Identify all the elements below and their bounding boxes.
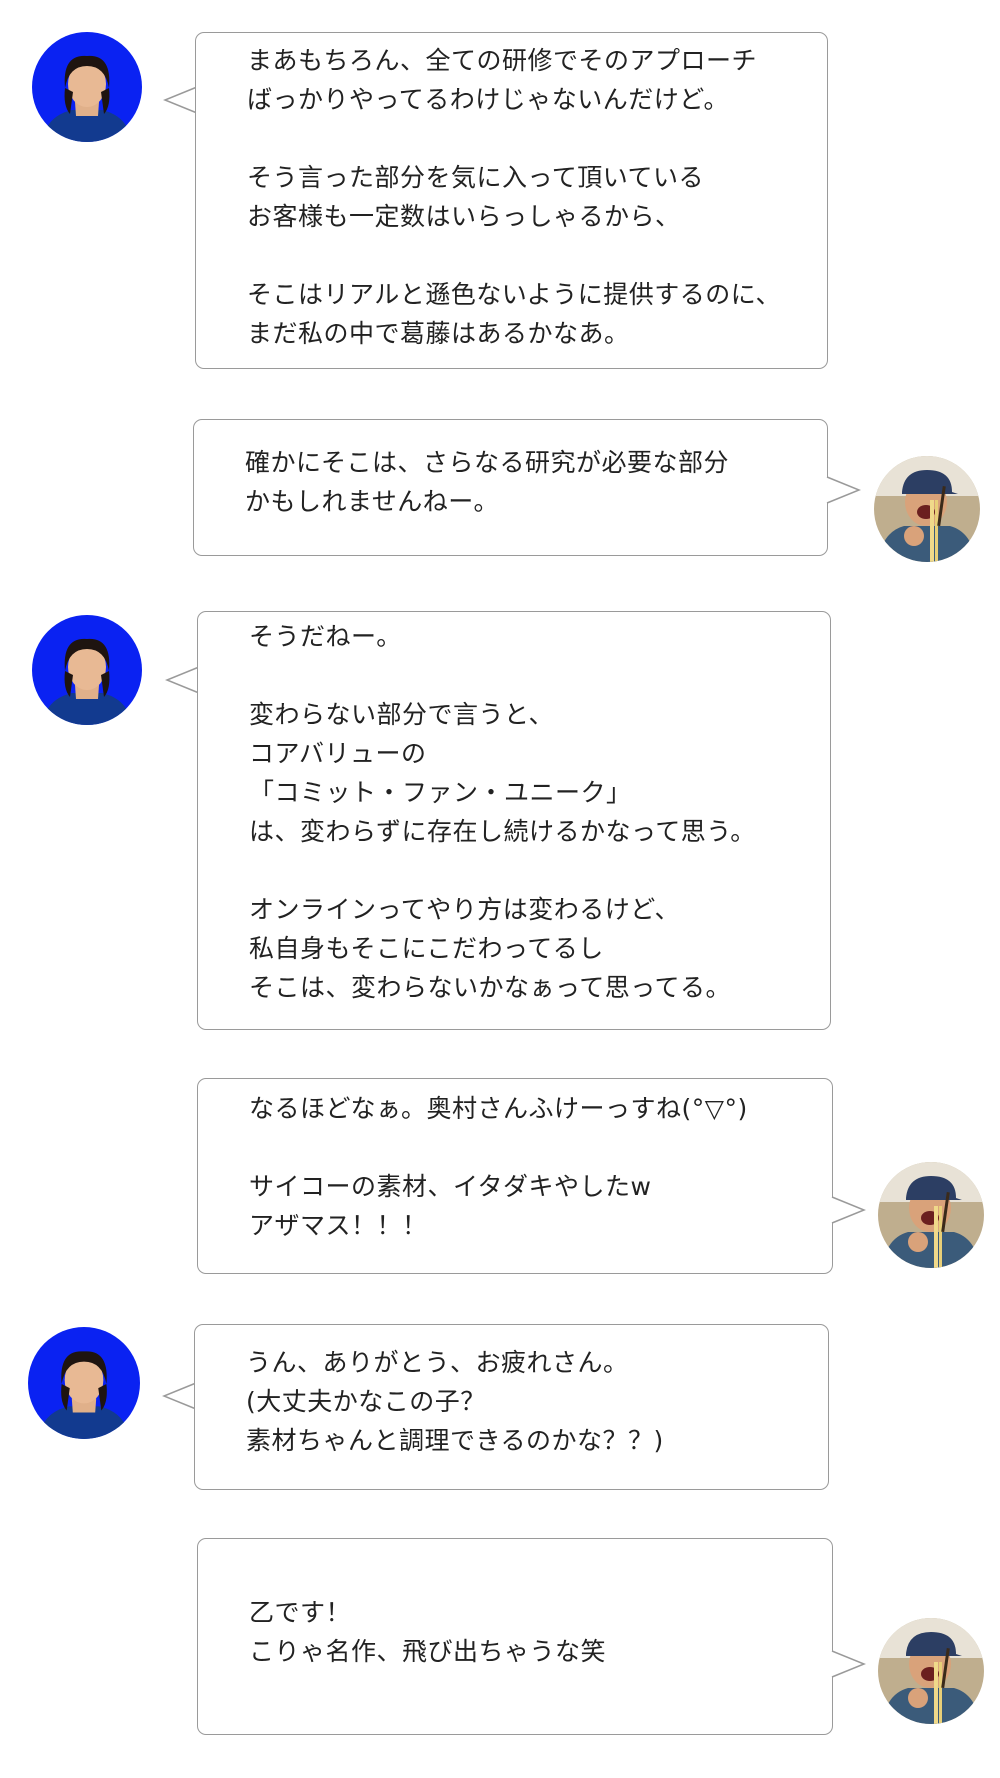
message-bubble: 確かにそこは、さらなる研究が必要な部分 かもしれませんねー。 [193,419,828,556]
bubble-tail [831,1196,866,1224]
message-line: アザマス！！！ [249,1211,428,1240]
message-line: ばっかりやってるわけじゃないんだけど。 [247,85,730,114]
message-text: 確かにそこは、さらなる研究が必要な部分 かもしれませんねー。 [245,443,729,521]
woman-avatar [32,615,142,725]
message-text: うん、ありがとう、お疲れさん。 (大丈夫かなこの子？ 素材ちゃんと調理できるのか… [246,1343,664,1460]
bubble-tail [831,1650,866,1678]
woman-avatar [28,1327,140,1439]
message-line: お客様も一定数はいらっしゃるから、 [247,202,681,231]
message-line: 変わらない部分で言うと、 [249,700,555,729]
message-line: サイコーの素材、イタダキやしたw [249,1172,652,1201]
message-line: なるほどなぁ。奥村さんふけーっすね(°▽°) [249,1094,748,1123]
man-eating-noodles-avatar-icon [878,1162,984,1268]
bubble-tail [162,1382,197,1410]
message-line: オンラインってやり方は変わるけど、 [249,895,681,924]
woman-avatar-icon [28,1327,140,1439]
man-eating-noodles-avatar-icon [878,1618,984,1724]
message-line: 素材ちゃんと調理できるのかな？？) [246,1426,664,1455]
message-line: まだ私の中で葛藤はあるかなあ。 [247,319,630,348]
message-line: 乙です！ [249,1598,352,1627]
message-text: 乙です！ こりゃ名作、飛び出ちゃうな笑 [249,1593,606,1671]
message-bubble: 乙です！ こりゃ名作、飛び出ちゃうな笑 [197,1538,833,1735]
message-line: 「コミット・ファン・ユニーク」 [249,778,632,807]
message-line: そこは、変わらないかなぁって思ってる。 [249,973,732,1002]
bubble-tail [826,476,861,504]
message-line [249,851,756,890]
message-line: かもしれませんねー。 [245,487,500,516]
woman-avatar-icon [32,32,142,142]
message-line [247,119,781,158]
message-line: まあもちろん、全ての研修でそのアプローチ [247,46,758,75]
man-avatar [878,1162,984,1268]
message-line [249,1128,748,1167]
message-line: そこはリアルと遜色ないように提供するのに、 [247,280,782,309]
woman-avatar-icon [32,615,142,725]
bubble-tail [163,86,198,114]
message-line: は、変わらずに存在し続けるかなって思う。 [249,817,756,846]
message-line: (大丈夫かなこの子？ [246,1387,486,1416]
bubble-tail [165,666,200,694]
man-eating-noodles-avatar-icon [874,456,980,562]
message-line: そう言った部分を気に入って頂いている [247,163,705,192]
message-line: そうだねー。 [249,622,402,651]
man-avatar [874,456,980,562]
message-text: まあもちろん、全ての研修でそのアプローチ ばっかりやってるわけじゃないんだけど。… [247,41,781,353]
woman-avatar [32,32,142,142]
message-line: 確かにそこは、さらなる研究が必要な部分 [245,448,730,477]
message-text: そうだねー。 変わらない部分で言うと、 コアバリューの 「コミット・ファン・ユニ… [249,617,756,1007]
message-bubble: そうだねー。 変わらない部分で言うと、 コアバリューの 「コミット・ファン・ユニ… [197,611,831,1030]
message-line [247,236,781,275]
message-line: コアバリューの [249,739,427,768]
message-line: こりゃ名作、飛び出ちゃうな笑 [249,1637,607,1666]
message-line [249,656,756,695]
message-text: なるほどなぁ。奥村さんふけーっすね(°▽°) サイコーの素材、イタダキやしたw … [249,1089,748,1245]
message-line: 私自身もそこにこだわってるし [249,934,604,963]
man-avatar [878,1618,984,1724]
message-bubble: なるほどなぁ。奥村さんふけーっすね(°▽°) サイコーの素材、イタダキやしたw … [197,1078,833,1274]
message-line: うん、ありがとう、お疲れさん。 [246,1348,629,1377]
message-bubble: うん、ありがとう、お疲れさん。 (大丈夫かなこの子？ 素材ちゃんと調理できるのか… [194,1324,829,1490]
message-bubble: まあもちろん、全ての研修でそのアプローチ ばっかりやってるわけじゃないんだけど。… [195,32,828,369]
